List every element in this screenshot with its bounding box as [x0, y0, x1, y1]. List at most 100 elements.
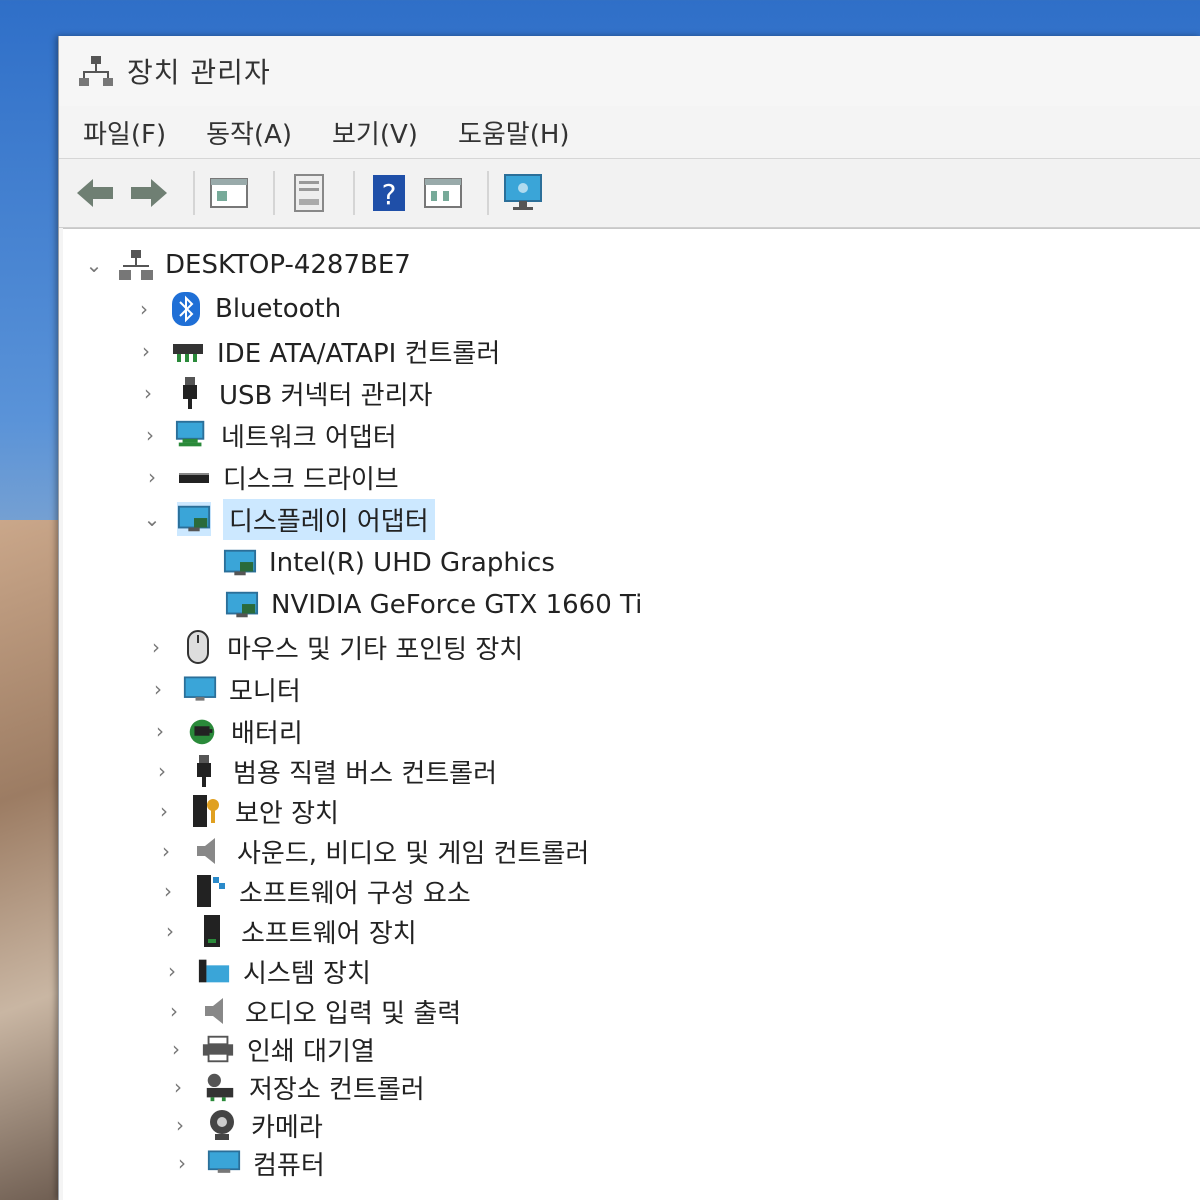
tree-item-nvidia-gtx[interactable]: NVIDIA GeForce GTX 1660 Ti — [225, 585, 642, 625]
tree-item-monitor[interactable]: › 모니터 — [147, 669, 301, 709]
update-driver-button[interactable] — [287, 171, 331, 215]
tree-item-print-queue[interactable]: › 인쇄 대기열 — [165, 1029, 375, 1069]
software-device-icon — [204, 915, 220, 947]
tree-item-system-devices[interactable]: › 시스템 장치 — [161, 951, 371, 991]
tree-item-label: 범용 직렬 버스 컨트롤러 — [233, 758, 497, 789]
chevron-right-icon[interactable]: › — [133, 297, 155, 321]
menu-bar: 파일(F) 동작(A) 보기(V) 도움말(H) — [59, 106, 1200, 159]
tree-item-label: 인쇄 대기열 — [247, 1036, 375, 1067]
tree-item-label: 마우스 및 기타 포인팅 장치 — [227, 634, 524, 665]
tree-item-label: 디스플레이 어댑터 — [223, 498, 435, 540]
menu-action[interactable]: 동작(A) — [206, 114, 292, 151]
chevron-right-icon[interactable]: › — [157, 879, 179, 903]
toolbar-separator — [487, 171, 489, 215]
disk-icon — [179, 473, 209, 483]
usb-icon — [197, 755, 211, 787]
chevron-down-icon[interactable]: ⌄ — [141, 507, 163, 531]
chevron-right-icon[interactable]: › — [153, 799, 175, 823]
chevron-right-icon[interactable]: › — [165, 1037, 187, 1061]
monitor-scan-icon — [504, 174, 542, 210]
toolbar-separator — [273, 171, 275, 215]
tree-item-audio-io[interactable]: › 오디오 입력 및 출력 — [163, 991, 461, 1031]
tree-item-mouse[interactable]: › 마우스 및 기타 포인팅 장치 — [145, 627, 523, 667]
back-button[interactable] — [73, 171, 117, 215]
tree-item-label: 네트워크 어댑터 — [221, 422, 397, 453]
menu-view[interactable]: 보기(V) — [332, 114, 418, 151]
menu-help[interactable]: 도움말(H) — [458, 114, 570, 151]
help-icon: ? — [373, 175, 405, 211]
tree-item-label: 배터리 — [231, 718, 303, 749]
properties-icon — [210, 178, 248, 208]
chevron-right-icon[interactable]: › — [135, 339, 157, 363]
mouse-icon — [187, 630, 209, 664]
tree-item-storage-controller[interactable]: › 저장소 컨트롤러 — [167, 1067, 425, 1107]
tree-item-disk-drive[interactable]: › 디스크 드라이브 — [141, 457, 399, 497]
properties-button[interactable] — [207, 171, 251, 215]
camera-icon — [210, 1110, 234, 1140]
display-adapter-icon — [177, 505, 211, 532]
chevron-right-icon[interactable]: › — [171, 1151, 193, 1175]
monitor-icon — [183, 676, 217, 701]
chevron-right-icon[interactable]: › — [163, 999, 185, 1023]
help-button[interactable]: ? — [367, 171, 411, 215]
forward-button[interactable] — [127, 171, 171, 215]
tree-item-intel-uhd[interactable]: Intel(R) UHD Graphics — [223, 543, 555, 583]
tree-item-label: 디스크 드라이브 — [223, 464, 399, 495]
chevron-right-icon[interactable]: › — [139, 423, 161, 447]
tree-item-sound-video-game[interactable]: › 사운드, 비디오 및 게임 컨트롤러 — [155, 831, 589, 871]
tree-item-battery[interactable]: › 배터리 — [149, 711, 303, 751]
tree-item-label: IDE ATA/ATAPI 컨트롤러 — [217, 338, 501, 369]
tree-item-label: 컴퓨터 — [253, 1150, 325, 1181]
computer-icon — [207, 1150, 241, 1173]
tree-item-label: Intel(R) UHD Graphics — [269, 548, 555, 578]
chevron-right-icon[interactable]: › — [147, 677, 169, 701]
chevron-right-icon[interactable]: › — [141, 465, 163, 489]
device-manager-icon — [79, 56, 113, 86]
tree-item-display-adapter[interactable]: ⌄ 디스플레이 어댑터 — [141, 498, 435, 540]
security-icon — [193, 795, 219, 827]
usb-icon — [183, 377, 197, 409]
device-tree: ⌄ DESKTOP-4287BE7 › Bluetooth › IDE ATA/… — [63, 228, 1200, 1200]
tree-item-bluetooth[interactable]: › Bluetooth — [133, 289, 341, 329]
chevron-right-icon[interactable]: › — [137, 381, 159, 405]
tree-item-label: 보안 장치 — [235, 798, 339, 829]
tree-item-label: Bluetooth — [215, 294, 342, 324]
tree-item-camera[interactable]: › 카메라 — [169, 1105, 323, 1145]
tree-item-label: USB 커넥터 관리자 — [219, 380, 433, 411]
tree-item-software-device[interactable]: › 소프트웨어 장치 — [159, 911, 417, 951]
tree-item-usb-controller[interactable]: › 범용 직렬 버스 컨트롤러 — [151, 751, 497, 791]
tree-item-label: 모니터 — [229, 676, 301, 707]
tree-item-ide-ata[interactable]: › IDE ATA/ATAPI 컨트롤러 — [135, 331, 500, 371]
chevron-right-icon[interactable]: › — [155, 839, 177, 863]
storage-controller-icon — [206, 1073, 234, 1102]
forward-icon — [131, 179, 167, 207]
software-component-icon — [197, 875, 225, 907]
tree-item-computer[interactable]: › 컴퓨터 — [171, 1143, 325, 1183]
chevron-down-icon[interactable]: ⌄ — [83, 253, 105, 277]
chevron-right-icon[interactable]: › — [161, 959, 183, 983]
view-button[interactable] — [421, 171, 465, 215]
chevron-right-icon[interactable]: › — [167, 1075, 189, 1099]
menu-file[interactable]: 파일(F) — [83, 114, 166, 151]
chevron-right-icon[interactable]: › — [159, 919, 181, 943]
chevron-right-icon[interactable]: › — [149, 719, 171, 743]
tree-item-security[interactable]: › 보안 장치 — [153, 791, 339, 831]
tree-root[interactable]: ⌄ DESKTOP-4287BE7 — [83, 245, 411, 285]
speaker-icon — [205, 998, 223, 1024]
scan-hardware-button[interactable] — [501, 171, 545, 215]
speaker-icon — [197, 838, 215, 864]
tree-item-usb-connector[interactable]: › USB 커넥터 관리자 — [137, 373, 432, 413]
device-manager-window: 장치 관리자 파일(F) 동작(A) 보기(V) 도움말(H) ? ⌄ DESK… — [58, 36, 1200, 1200]
tree-item-label: 카메라 — [251, 1112, 323, 1143]
chevron-right-icon[interactable]: › — [169, 1113, 191, 1137]
back-icon — [77, 179, 113, 207]
tree-item-label: 사운드, 비디오 및 게임 컨트롤러 — [237, 838, 590, 869]
chevron-right-icon[interactable]: › — [145, 635, 167, 659]
system-folder-icon — [198, 959, 230, 983]
printer-icon — [202, 1035, 234, 1063]
chevron-right-icon[interactable]: › — [151, 759, 173, 783]
tree-item-network[interactable]: › 네트워크 어댑터 — [139, 415, 397, 455]
title-bar: 장치 관리자 — [59, 36, 1200, 106]
tree-item-label: 오디오 입력 및 출력 — [245, 998, 462, 1029]
tree-item-software-component[interactable]: › 소프트웨어 구성 요소 — [157, 871, 471, 911]
